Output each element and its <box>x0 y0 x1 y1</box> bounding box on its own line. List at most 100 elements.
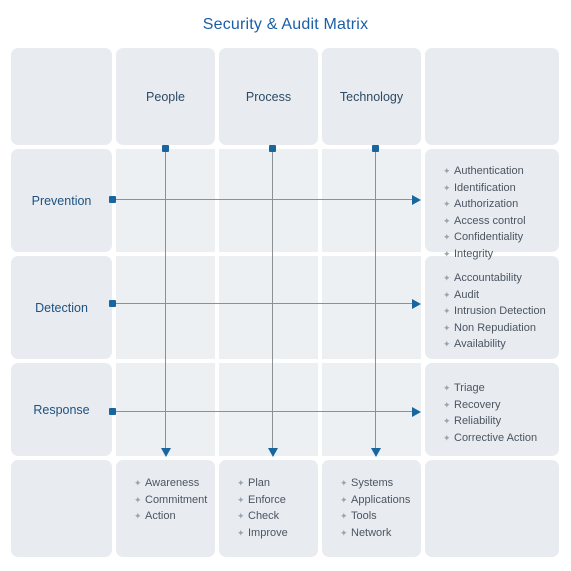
bullet-star-icon: ✦ <box>340 494 348 505</box>
grid-cell-corner-top-right <box>425 48 559 145</box>
bullet-star-icon: ✦ <box>443 273 451 283</box>
bullet-star-icon: ✦ <box>237 478 245 488</box>
list-item-label: Awareness <box>145 477 200 489</box>
bullet-star-icon: ✦ <box>443 383 451 393</box>
row-header-response: Response <box>11 363 112 456</box>
bullet-star-icon: ✦ <box>134 511 142 521</box>
connector-line-process <box>272 149 273 451</box>
grid-cell-corner-bottom-right <box>425 460 559 557</box>
column-header-process: Process <box>219 48 318 145</box>
list-item-label: Commitment <box>145 493 208 506</box>
list-item: ✦ Enforce <box>237 492 318 509</box>
list-item-label: Plan <box>248 477 271 489</box>
list-item: ✦ Plan <box>237 475 318 492</box>
list-item: ✦ Triage <box>443 380 559 397</box>
grid-cell-response-technology <box>322 363 421 456</box>
list-item: ✦ Commitment <box>134 492 215 509</box>
bullet-star-icon: ✦ <box>443 339 451 349</box>
grid-cell-corner-bottom-left <box>11 460 112 557</box>
bullet-star-icon: ✦ <box>237 527 245 538</box>
list-item-label: Recovery <box>454 398 501 411</box>
list-item-label: Accountability <box>454 272 522 284</box>
list-item-label: Check <box>248 510 280 522</box>
list-item: ✦ Reliability <box>443 413 559 430</box>
list-item-label: Authorization <box>454 198 519 210</box>
bullet-star-icon: ✦ <box>443 322 451 333</box>
bullet-star-icon: ✦ <box>340 478 348 488</box>
list-item: ✦ Improve <box>237 525 318 542</box>
list-item: ✦ Corrective Action <box>443 430 559 447</box>
arrow-down-technology <box>371 448 381 457</box>
list-item-label: Systems <box>351 477 394 489</box>
list-item: ✦ Authorization <box>443 196 559 213</box>
arrow-right-prevention <box>412 195 421 205</box>
list-item-label: Confidentiality <box>454 231 524 243</box>
bullet-star-icon: ✦ <box>134 494 142 505</box>
bullet-star-icon: ✦ <box>237 511 245 521</box>
bullet-star-icon: ✦ <box>443 306 451 316</box>
connector-dot-response <box>109 408 116 415</box>
row-header-detection: Detection <box>11 256 112 359</box>
outcome-list-process: ✦ Plan ✦ Enforce ✦ Check ✦ Improve <box>223 465 318 541</box>
bullet-star-icon: ✦ <box>443 199 451 209</box>
bullet-star-icon: ✦ <box>443 432 451 443</box>
column-header-technology: Technology <box>322 48 421 145</box>
list-item: ✦ Awareness <box>134 475 215 492</box>
list-item: ✦ Intrusion Detection <box>443 303 559 320</box>
list-item: ✦ Access control <box>443 213 559 230</box>
bullet-star-icon: ✦ <box>443 416 451 426</box>
bullet-star-icon: ✦ <box>443 232 451 242</box>
outcome-list-prevention: ✦ Authentication ✦ Identification ✦ Authoriza… <box>429 153 559 262</box>
list-item: ✦ Network <box>340 525 421 542</box>
list-item-label: Intrusion Detection <box>454 305 546 317</box>
row-header-prevention: Prevention <box>11 149 112 252</box>
list-item-label: Enforce <box>248 493 286 506</box>
list-item: ✦ Systems <box>340 475 421 492</box>
list-item: ✦ Audit <box>443 287 559 304</box>
connector-line-technology <box>375 149 376 451</box>
connector-dot-prevention <box>109 196 116 203</box>
list-item: ✦ Applications <box>340 492 421 509</box>
list-item-label: Triage <box>454 382 485 394</box>
bullet-star-icon: ✦ <box>443 289 451 300</box>
list-item: ✦ Check <box>237 508 318 525</box>
grid-cell-prevention-process <box>219 149 318 252</box>
arrow-right-detection <box>412 299 421 309</box>
page-title: Security & Audit Matrix <box>202 16 369 33</box>
list-item-label: Network <box>351 526 392 539</box>
list-item: ✦ Non Repudiation <box>443 320 559 337</box>
outcome-list-response: ✦ Triage ✦ Recovery ✦ Reliability ✦ Corrective … <box>429 370 559 446</box>
list-item-label: Authentication <box>454 165 524 177</box>
grid-cell-detection-technology <box>322 256 421 359</box>
bullet-star-icon: ✦ <box>134 478 142 488</box>
connector-dot-detection <box>109 300 116 307</box>
list-item: ✦ Identification <box>443 180 559 197</box>
arrow-right-response <box>412 407 421 417</box>
list-item-label: Availability <box>454 338 506 350</box>
connector-line-people <box>165 149 166 451</box>
arrow-down-people <box>161 448 171 457</box>
grid-cell-response-process <box>219 363 318 456</box>
list-item: ✦ Confidentiality <box>443 229 559 246</box>
grid-cell-prevention-technology <box>322 149 421 252</box>
bullet-star-icon: ✦ <box>340 527 348 538</box>
list-item: ✦ Authentication <box>443 163 559 180</box>
list-item: ✦ Tools <box>340 508 421 525</box>
bullet-star-icon: ✦ <box>443 399 451 410</box>
diagram-canvas: Security & Audit Matrix People Process T… <box>0 0 571 571</box>
list-item-label: Corrective Action <box>454 431 538 444</box>
list-item-label: Non Repudiation <box>454 321 536 334</box>
list-item-label: Reliability <box>454 415 502 427</box>
outcome-list-technology: ✦ Systems ✦ Applications ✦ Tools ✦ Network <box>326 465 421 541</box>
connector-line-response <box>113 411 419 412</box>
grid-cell-detection-process <box>219 256 318 359</box>
grid-cell-corner-top-left <box>11 48 112 145</box>
arrow-down-process <box>268 448 278 457</box>
outcome-list-people: ✦ Awareness ✦ Commitment ✦ Action <box>120 465 215 525</box>
list-item-label: Access control <box>454 214 526 227</box>
list-item-label: Tools <box>351 510 377 522</box>
connector-dot-people <box>162 145 169 152</box>
connector-line-detection <box>113 303 419 304</box>
bullet-star-icon: ✦ <box>340 511 348 521</box>
list-item-label: Action <box>145 510 176 522</box>
